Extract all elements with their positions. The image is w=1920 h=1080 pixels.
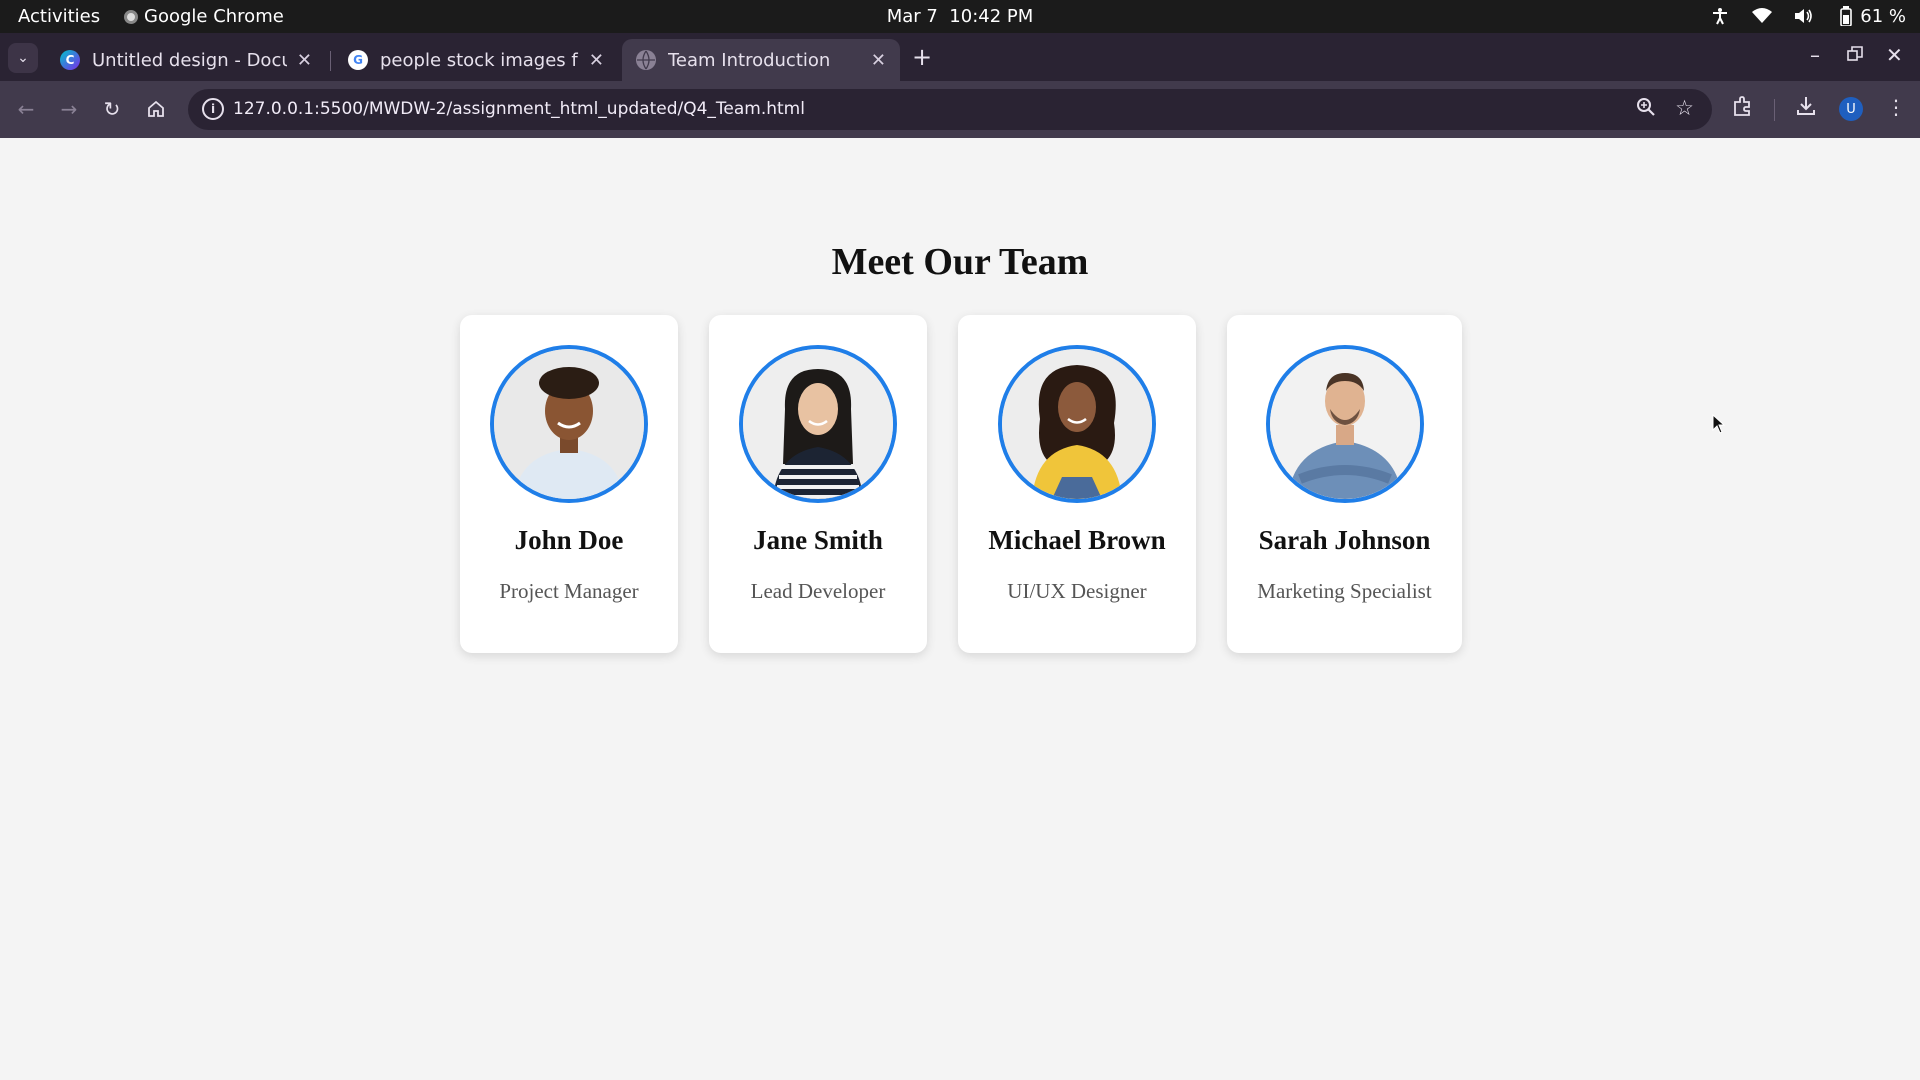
battery-icon <box>1836 5 1856 27</box>
zoom-icon[interactable] <box>1636 97 1656 122</box>
globe-icon <box>636 50 656 70</box>
canva-icon: C <box>60 50 80 70</box>
accessibility-icon[interactable] <box>1710 5 1730 27</box>
member-name: Michael Brown <box>988 525 1166 555</box>
tab-strip: ⌄ C Untitled design - Docume ✕ G people … <box>0 33 1920 81</box>
team-card: Jane Smith Lead Developer <box>709 315 927 653</box>
bookmark-star-icon[interactable]: ☆ <box>1675 96 1694 120</box>
close-tab-icon[interactable]: ✕ <box>871 50 886 71</box>
close-tab-icon[interactable]: ✕ <box>297 50 312 71</box>
battery-percent: 61 % <box>1860 5 1906 27</box>
profile-avatar[interactable]: U <box>1839 97 1863 121</box>
member-name: Jane Smith <box>753 525 883 555</box>
extensions-icon[interactable] <box>1732 95 1754 122</box>
wifi-icon[interactable] <box>1752 5 1773 27</box>
team-cards: John Doe Project Manager Jane Smith Lead… <box>460 315 1462 653</box>
clock-time[interactable]: 10:42 PM <box>949 6 1033 27</box>
home-button[interactable] <box>142 95 170 123</box>
tab-title: Team Introduction <box>668 49 831 71</box>
tab-untitled-design[interactable]: C Untitled design - Docume ✕ <box>46 39 326 81</box>
new-tab-button[interactable]: + <box>912 45 932 69</box>
system-tray[interactable]: 61 % <box>1710 5 1906 27</box>
member-name: John Doe <box>514 525 624 555</box>
team-card: Michael Brown UI/UX Designer <box>958 315 1196 653</box>
forward-button[interactable]: → <box>55 95 83 123</box>
site-info-icon[interactable]: i <box>202 98 224 120</box>
page-title: Meet Our Team <box>831 241 1089 283</box>
volume-icon[interactable] <box>1794 5 1814 27</box>
member-photo <box>1265 345 1424 503</box>
address-bar[interactable]: i 127.0.0.1:5500/MWDW-2/assignment_html_… <box>188 89 1712 130</box>
app-name-label: Google Chrome <box>144 6 284 27</box>
browser-toolbar: ← → ↻ i 127.0.0.1:5500/MWDW-2/assignment… <box>0 81 1920 138</box>
back-button[interactable]: ← <box>12 95 40 123</box>
clock-date[interactable]: Mar 7 <box>887 6 938 27</box>
chevron-down-icon: ⌄ <box>17 50 29 66</box>
toolbar-divider <box>1774 99 1775 121</box>
google-icon: G <box>348 50 368 70</box>
activities-button[interactable]: Activities <box>18 6 100 27</box>
team-card: John Doe Project Manager <box>460 315 678 653</box>
url-text[interactable]: 127.0.0.1:5500/MWDW-2/assignment_html_up… <box>233 99 805 119</box>
member-role: UI/UX Designer <box>1007 579 1147 603</box>
chrome-icon <box>124 9 138 24</box>
member-role: Marketing Specialist <box>1257 579 1432 603</box>
reload-button[interactable]: ↻ <box>98 95 126 123</box>
mouse-cursor-icon <box>1712 414 1726 434</box>
system-top-bar: Activities Google Chrome Mar 7 10:42 PM … <box>0 0 1920 33</box>
tab-search-button[interactable]: ⌄ <box>8 43 38 73</box>
tab-people-stock-images[interactable]: G people stock images free ✕ <box>334 39 618 81</box>
member-photo <box>490 345 648 503</box>
close-window-icon[interactable]: ✕ <box>1886 43 1903 67</box>
close-tab-icon[interactable]: ✕ <box>589 50 604 71</box>
member-photo <box>998 345 1156 503</box>
download-icon[interactable] <box>1795 95 1817 122</box>
tab-title: people stock images free <box>380 49 579 71</box>
menu-dots-icon[interactable]: ⋮ <box>1886 95 1906 119</box>
member-role: Project Manager <box>499 579 639 603</box>
clock: Mar 7 10:42 PM <box>0 6 1920 27</box>
restore-icon[interactable] <box>1847 43 1863 67</box>
tab-title: Untitled design - Docume <box>92 49 287 71</box>
member-photo <box>739 345 897 503</box>
app-menu[interactable]: Google Chrome <box>124 6 284 27</box>
member-role: Lead Developer <box>750 579 886 603</box>
team-card: Sarah Johnson Marketing Specialist <box>1227 315 1462 653</box>
page-content: Meet Our Team John Doe Project Manager J… <box>0 138 1920 1080</box>
minimize-icon[interactable]: – <box>1810 43 1820 67</box>
tab-team-introduction[interactable]: Team Introduction ✕ <box>622 39 900 81</box>
battery-indicator[interactable]: 61 % <box>1836 5 1906 27</box>
tab-divider <box>330 51 331 71</box>
member-name: Sarah Johnson <box>1258 525 1431 555</box>
